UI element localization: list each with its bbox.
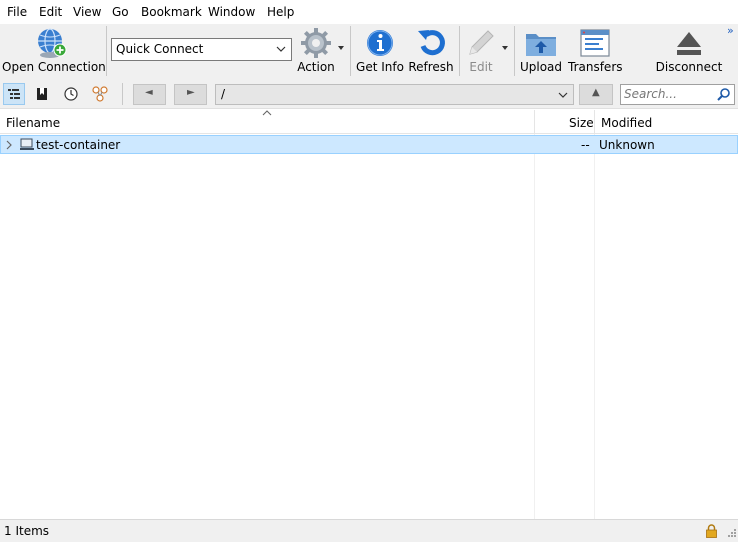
toolbar-overflow-icon[interactable]: » (727, 24, 734, 37)
menu-go[interactable]: Go (112, 5, 129, 19)
sort-ascending-icon (262, 110, 272, 116)
transfers-label: Transfers (568, 60, 623, 74)
column-divider[interactable] (594, 110, 595, 134)
refresh-icon (418, 30, 445, 56)
disconnect-button[interactable]: Disconnect (655, 24, 723, 79)
menu-view[interactable]: View (73, 5, 101, 19)
menu-help[interactable]: Help (267, 5, 294, 19)
toolbar-separator (350, 26, 351, 76)
parent-directory-button[interactable]: ▲ (579, 84, 613, 105)
disconnect-label: Disconnect (655, 60, 723, 74)
forward-button[interactable]: ► (174, 84, 207, 105)
transfers-icon (580, 29, 610, 57)
action-dropdown-caret-icon[interactable] (338, 46, 344, 50)
action-button[interactable]: Action (294, 24, 338, 79)
edit-label: Edit (469, 60, 493, 74)
path-select[interactable]: / (215, 84, 574, 105)
menu-window[interactable]: Window (208, 5, 255, 19)
clock-icon (64, 87, 78, 101)
globe-plus-icon (38, 28, 67, 58)
action-label: Action (297, 60, 335, 74)
resize-grip-icon[interactable] (725, 528, 737, 540)
column-line (534, 134, 535, 519)
outline-view-icon (8, 89, 20, 99)
file-size: -- (581, 138, 590, 152)
network-icon (92, 86, 108, 102)
refresh-button[interactable]: Refresh (408, 24, 454, 79)
pencil-icon (469, 30, 494, 55)
history-view-button[interactable] (60, 83, 82, 105)
gear-icon (301, 28, 331, 58)
edit-button[interactable]: Edit (462, 24, 500, 79)
column-header-size[interactable]: Size (569, 116, 594, 130)
file-name: test-container (36, 138, 121, 152)
refresh-label: Refresh (408, 60, 454, 74)
bookmarks-view-button[interactable] (31, 83, 53, 105)
open-connection-label: Open Connection (2, 60, 106, 74)
menu-edit[interactable]: Edit (39, 5, 62, 19)
toolbar-separator (514, 26, 515, 76)
menu-bar: File Edit View Go Bookmark Window Help (0, 0, 738, 24)
open-connection-button[interactable]: Open Connection (2, 24, 106, 79)
edit-dropdown-caret-icon[interactable] (502, 46, 508, 50)
column-header-modified[interactable]: Modified (601, 116, 652, 130)
search-icon[interactable] (716, 87, 731, 102)
up-arrow-icon: ▲ (592, 87, 600, 98)
file-list[interactable]: test-container -- Unknown (0, 134, 738, 519)
search-placeholder: Search... (624, 87, 677, 101)
toolbar-separator (106, 26, 107, 76)
get-info-button[interactable]: Get Info (355, 24, 405, 79)
quick-connect-value: Quick Connect (116, 42, 204, 56)
bookmark-icon (37, 88, 47, 100)
search-input[interactable]: Search... (620, 84, 735, 105)
chevron-down-icon (276, 46, 286, 52)
back-button[interactable]: ◄ (133, 84, 166, 105)
container-drive-icon (20, 138, 34, 150)
status-bar: 1 Items (0, 519, 738, 542)
file-modified: Unknown (599, 138, 655, 152)
path-value: / (221, 87, 226, 101)
get-info-label: Get Info (356, 60, 404, 74)
forward-arrow-icon: ► (187, 87, 195, 98)
upload-label: Upload (519, 60, 563, 74)
navbar-separator (122, 83, 123, 105)
toolbar-separator (459, 26, 460, 76)
chevron-down-icon (558, 92, 568, 98)
lock-icon[interactable] (705, 524, 718, 538)
table-row[interactable]: test-container -- Unknown (0, 135, 738, 154)
column-header-filename[interactable]: Filename (6, 116, 60, 130)
column-line (594, 134, 595, 519)
menu-file[interactable]: File (7, 5, 27, 19)
menu-bookmark[interactable]: Bookmark (141, 5, 202, 19)
back-arrow-icon: ◄ (145, 87, 153, 98)
eject-icon (677, 32, 701, 55)
file-list-header: Filename Size Modified (0, 110, 738, 134)
navigation-bar: ◄ ► / ▲ Search... (0, 79, 738, 109)
transfers-button[interactable]: Transfers (568, 24, 623, 79)
upload-folder-icon (526, 34, 556, 56)
item-count: 1 Items (4, 524, 50, 538)
bonjour-view-button[interactable] (89, 83, 111, 105)
upload-button[interactable]: Upload (518, 24, 564, 79)
quick-connect-select[interactable]: Quick Connect (111, 38, 292, 61)
main-toolbar: Open Connection Quick Connect Action Get… (0, 24, 738, 79)
column-divider[interactable] (534, 110, 535, 134)
expand-chevron-icon[interactable] (5, 140, 13, 150)
browser-view-button[interactable] (3, 83, 25, 105)
info-icon (367, 30, 393, 56)
